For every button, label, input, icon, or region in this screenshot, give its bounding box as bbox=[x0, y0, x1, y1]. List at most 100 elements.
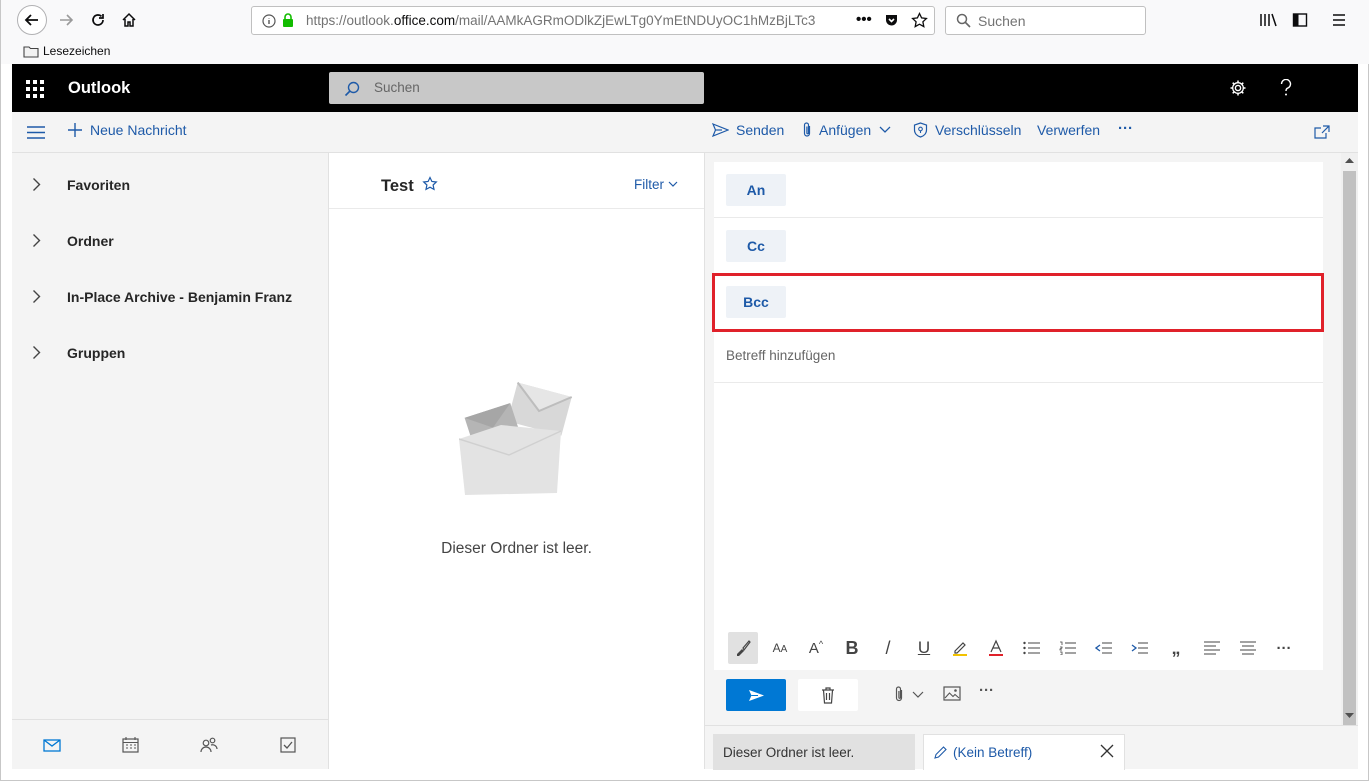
calendar-module-button[interactable] bbox=[120, 735, 140, 755]
message-list-header: Test Filter bbox=[329, 153, 704, 209]
chevron-right-icon[interactable] bbox=[32, 177, 41, 192]
align-center-button[interactable] bbox=[1233, 632, 1263, 664]
mail-search-input[interactable]: Suchen bbox=[329, 72, 704, 104]
decrease-indent-button[interactable] bbox=[1089, 632, 1119, 664]
insert-image-button[interactable] bbox=[943, 686, 961, 701]
command-bar: Neue Nachricht Senden Anfügen Verschlüss… bbox=[12, 112, 1358, 153]
sidebar-item-groups[interactable]: Gruppen bbox=[12, 333, 329, 373]
cc-field-row[interactable]: Cc bbox=[714, 218, 1323, 274]
outlook-header: Outlook Suchen bbox=[12, 64, 1358, 112]
hamburger-icon[interactable] bbox=[27, 126, 45, 139]
scrollbar-thumb[interactable] bbox=[1343, 171, 1356, 731]
app-title[interactable]: Outlook bbox=[68, 79, 130, 98]
underline-button[interactable]: U bbox=[909, 632, 939, 664]
bookmarks-folder[interactable]: Lesezeichen bbox=[23, 44, 110, 58]
numbering-button[interactable] bbox=[1053, 632, 1083, 664]
scroll-down-icon[interactable] bbox=[1345, 713, 1354, 719]
folder-tab-label: Dieser Ordner ist leer. bbox=[723, 744, 855, 760]
subject-divider bbox=[714, 382, 1323, 383]
draft-tab[interactable]: (Kein Betreff) bbox=[923, 734, 1125, 770]
more-options-button[interactable]: ··· bbox=[979, 682, 994, 699]
font-color-button[interactable] bbox=[981, 632, 1011, 664]
arrow-left-icon bbox=[24, 14, 38, 26]
star-icon[interactable] bbox=[911, 12, 928, 29]
chevron-right-icon[interactable] bbox=[32, 345, 41, 360]
folder-pane: Favoriten Ordner In-Place Archive - Benj… bbox=[12, 153, 329, 769]
folder-tab[interactable]: Dieser Ordner ist leer. bbox=[713, 734, 915, 770]
quote-button[interactable]: „ bbox=[1161, 632, 1191, 664]
info-icon[interactable] bbox=[262, 14, 276, 28]
browser-search-input[interactable]: Suchen bbox=[945, 6, 1146, 35]
checkbox-icon bbox=[280, 737, 296, 753]
chevron-right-icon[interactable] bbox=[32, 233, 41, 248]
cc-button[interactable]: Cc bbox=[726, 230, 786, 262]
pocket-icon[interactable] bbox=[884, 13, 899, 28]
image-icon bbox=[943, 686, 961, 701]
sidebar-item-archive[interactable]: In-Place Archive - Benjamin Franz bbox=[12, 277, 329, 317]
mail-module-button[interactable] bbox=[42, 735, 62, 755]
sidebar-item-folders[interactable]: Ordner bbox=[12, 221, 329, 261]
more-commands-button[interactable]: ··· bbox=[1118, 120, 1133, 137]
discard-button[interactable] bbox=[798, 679, 858, 711]
filter-button[interactable]: Filter bbox=[634, 177, 678, 192]
filter-label: Filter bbox=[634, 177, 664, 192]
favorite-star-icon[interactable] bbox=[422, 176, 438, 192]
to-button[interactable]: An bbox=[726, 174, 786, 206]
bullet-list-icon bbox=[1023, 641, 1040, 655]
attach-file-button[interactable] bbox=[894, 686, 924, 703]
sidebar-toggle-icon[interactable] bbox=[1292, 12, 1308, 28]
forward-button[interactable] bbox=[51, 5, 81, 35]
increase-indent-button[interactable] bbox=[1125, 632, 1155, 664]
align-left-button[interactable] bbox=[1197, 632, 1227, 664]
bold-button[interactable]: B bbox=[837, 632, 867, 664]
send-button[interactable] bbox=[726, 679, 786, 711]
attach-command[interactable]: Anfügen bbox=[802, 122, 891, 138]
menu-icon[interactable] bbox=[1331, 12, 1347, 28]
compose-scrollbar[interactable] bbox=[1341, 153, 1358, 731]
sidebar-item-favorites[interactable]: Favoriten bbox=[12, 165, 329, 205]
pane-tabs: Dieser Ordner ist leer. (Kein Betreff) bbox=[705, 725, 1358, 770]
chevron-down-icon[interactable] bbox=[879, 126, 891, 134]
send-command[interactable]: Senden bbox=[712, 122, 784, 138]
chevron-right-icon[interactable] bbox=[32, 289, 41, 304]
tasks-module-button[interactable] bbox=[278, 735, 298, 755]
font-size-button[interactable]: AA bbox=[765, 632, 795, 664]
to-field-row[interactable]: An bbox=[714, 162, 1323, 218]
lock-icon[interactable] bbox=[282, 13, 294, 28]
shield-icon bbox=[913, 122, 928, 138]
library-icon[interactable] bbox=[1259, 12, 1277, 28]
align-left-icon bbox=[1204, 641, 1220, 655]
home-button[interactable] bbox=[114, 5, 144, 35]
search-icon bbox=[956, 13, 971, 28]
page-actions-icon[interactable]: ••• bbox=[856, 11, 872, 28]
close-icon[interactable] bbox=[1100, 744, 1114, 758]
bcc-highlight-box bbox=[712, 273, 1324, 332]
encrypt-command[interactable]: Verschlüsseln bbox=[913, 122, 1021, 138]
subject-input[interactable]: Betreff hinzufügen bbox=[726, 348, 835, 363]
chevron-down-icon[interactable] bbox=[912, 691, 924, 699]
highlight-button[interactable] bbox=[945, 632, 975, 664]
bullets-button[interactable] bbox=[1017, 632, 1047, 664]
sidebar-item-label: Ordner bbox=[67, 233, 114, 249]
empty-folder-illustration bbox=[459, 381, 573, 495]
search-icon bbox=[344, 81, 360, 97]
url-path: /mail/AAMkAGRmODlkZjEwLTg0YmEtNDUyOC1hMz… bbox=[455, 13, 816, 28]
increase-font-button[interactable]: A^ bbox=[801, 632, 831, 664]
url-bar[interactable]: https://outlook.office.com/mail/AAMkAGRm… bbox=[251, 6, 935, 35]
pop-out-icon[interactable] bbox=[1314, 125, 1330, 139]
discard-command[interactable]: Verwerfen bbox=[1037, 122, 1100, 138]
reload-button[interactable] bbox=[83, 5, 113, 35]
more-formatting-button[interactable]: ··· bbox=[1269, 632, 1299, 664]
help-button[interactable] bbox=[1274, 76, 1298, 100]
scroll-up-icon[interactable] bbox=[1345, 157, 1354, 163]
italic-button[interactable]: / bbox=[873, 632, 903, 664]
back-button[interactable] bbox=[17, 5, 47, 35]
app-launcher-icon[interactable] bbox=[26, 80, 44, 98]
reload-icon bbox=[92, 14, 104, 26]
module-switcher bbox=[12, 719, 328, 769]
font-color-icon bbox=[989, 639, 1003, 656]
settings-button[interactable] bbox=[1226, 76, 1250, 100]
new-message-button[interactable]: Neue Nachricht bbox=[67, 122, 187, 138]
people-module-button[interactable] bbox=[199, 735, 219, 755]
format-painter-button[interactable] bbox=[728, 632, 758, 664]
